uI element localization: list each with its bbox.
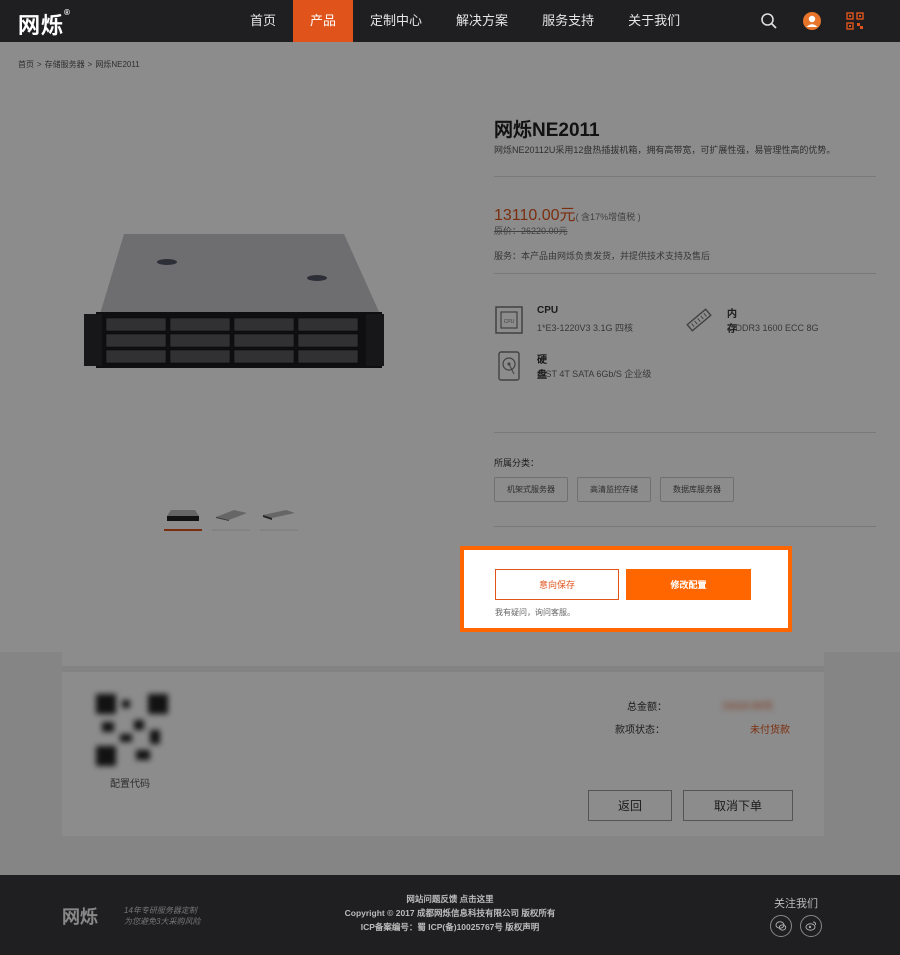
site-footer: 网烁 14年专研服务器定制 为您避免3大采购风险 网站问题反馈 点击这里 Cop… xyxy=(0,875,900,955)
nav-products[interactable]: 产品 xyxy=(293,0,354,42)
price-tax-note: ( 含17%增值税 ) xyxy=(575,212,641,222)
thumbnail-side[interactable] xyxy=(260,500,298,531)
divider xyxy=(494,526,876,527)
main-nav: 首页 产品 定制中心 解决方案 服务支持 关于我们 xyxy=(233,0,697,42)
nav-service-support[interactable]: 服务支持 xyxy=(525,0,611,42)
top-nav-bar: 网烁® 首页 产品 定制中心 解决方案 服务支持 关于我们 xyxy=(0,0,900,42)
product-server-image xyxy=(84,234,384,368)
footer-slogan: 14年专研服务器定制 为您避免3大采购风险 xyxy=(124,906,201,926)
follow-us-label: 关注我们 xyxy=(774,898,818,910)
product-price: 13110.00元( 含17%增值税 ) xyxy=(494,207,641,224)
cpu-icon: CPU xyxy=(495,306,523,334)
qr-code-icon[interactable] xyxy=(846,12,864,30)
nav-solutions[interactable]: 解决方案 xyxy=(439,0,525,42)
tag-database-server[interactable]: 数据库服务器 xyxy=(660,477,734,502)
order-panel-top xyxy=(62,652,824,672)
config-qr-code xyxy=(92,690,172,770)
product-title: 网烁NE2011 xyxy=(494,120,600,141)
social-links xyxy=(770,915,822,937)
nav-about-us[interactable]: 关于我们 xyxy=(611,0,697,42)
breadcrumb-current: 网烁NE2011 xyxy=(95,60,140,69)
category-label: 所属分类： xyxy=(494,458,540,468)
search-icon[interactable] xyxy=(760,12,778,30)
tag-rack-server[interactable]: 机架式服务器 xyxy=(494,477,568,502)
svg-text:CPU: CPU xyxy=(504,319,515,325)
total-amount-value: 13110.00元 xyxy=(722,701,773,712)
ask-support-link[interactable]: 我有疑问，询问客服。 xyxy=(495,607,575,618)
nav-custom-center[interactable]: 定制中心 xyxy=(353,0,439,42)
category-tags: 机架式服务器 高清监控存储 数据库服务器 xyxy=(494,477,734,502)
icp-record[interactable]: ICP备案编号：蜀 ICP(备)10025767号 版权声明 xyxy=(300,920,600,934)
breadcrumb-home[interactable]: 首页 xyxy=(18,60,34,69)
tag-hd-surveillance[interactable]: 高清监控存储 xyxy=(577,477,651,502)
user-avatar-icon[interactable] xyxy=(803,12,821,30)
service-note: 服务：本产品由网烁负责发货，并提供技术支持及售后 xyxy=(494,251,711,261)
footer-info: 网站问题反馈 点击这里 Copyright © 2017 成都网烁信息科技有限公… xyxy=(300,892,600,934)
weibo-icon[interactable] xyxy=(800,915,822,937)
divider xyxy=(494,176,876,177)
hdd-icon xyxy=(498,351,520,381)
wechat-icon[interactable] xyxy=(770,915,792,937)
memory-icon xyxy=(686,308,712,332)
nav-home[interactable]: 首页 xyxy=(233,0,293,42)
back-button[interactable]: 返回 xyxy=(588,790,672,821)
footer-logo: 网烁 xyxy=(62,907,98,927)
thumbnail-front[interactable] xyxy=(164,500,202,531)
payment-status-label: 款项状态： xyxy=(615,725,665,736)
copyright-text: Copyright © 2017 成都网烁信息科技有限公司 版权所有 xyxy=(344,908,556,918)
highlighted-action-box: 意向保存 修改配置 我有疑问，询问客服。 xyxy=(460,546,792,632)
product-thumbnails xyxy=(164,500,298,531)
feedback-link[interactable]: 网站问题反馈 点击这里 xyxy=(300,892,600,906)
divider xyxy=(494,432,876,433)
divider xyxy=(494,273,876,274)
thumbnail-angle[interactable] xyxy=(212,500,250,531)
product-description: 网烁NE20112U采用12盘热插拔机箱，拥有高带宽，可扩展性强，易管理性高的优… xyxy=(494,145,836,155)
breadcrumb-storage-servers[interactable]: 存储服务器 xyxy=(45,60,85,69)
cancel-order-button[interactable]: 取消下单 xyxy=(683,790,793,821)
breadcrumb: 首页 > 存储服务器 > 网烁NE2011 xyxy=(18,60,140,69)
total-amount-label: 总金额： xyxy=(627,702,667,713)
original-price: 原价：26220.00元 xyxy=(494,226,568,236)
brand-logo[interactable]: 网烁® xyxy=(18,8,71,40)
save-intent-button[interactable]: 意向保存 xyxy=(495,569,619,600)
payment-status-value: 未付货款 xyxy=(750,725,790,736)
modify-config-button[interactable]: 修改配置 xyxy=(626,569,751,600)
config-code-label: 配置代码 xyxy=(110,779,150,790)
